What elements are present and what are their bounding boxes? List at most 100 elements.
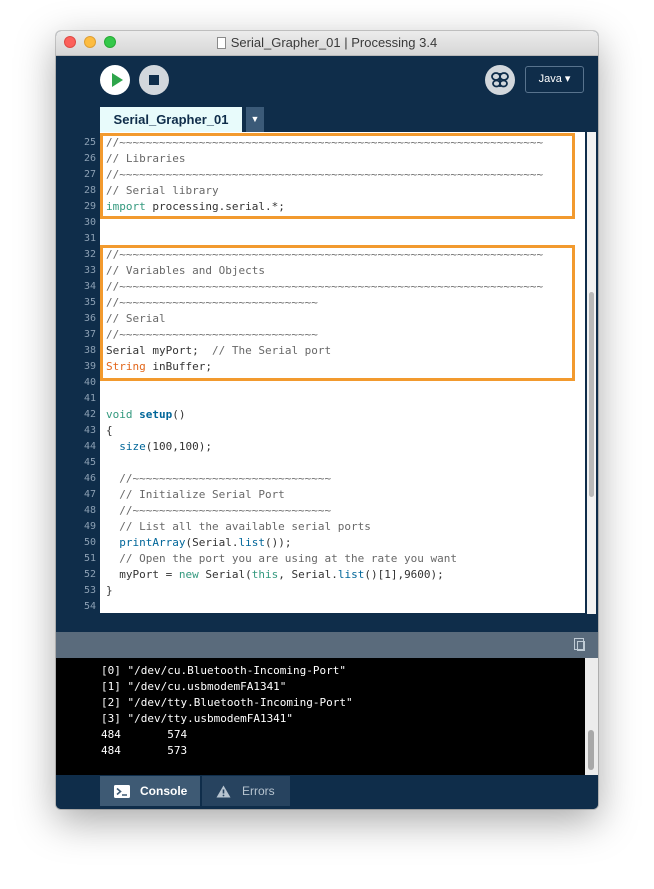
line-number: 29 <box>83 201 96 212</box>
variables-highlight-box <box>100 245 575 381</box>
document-icon <box>216 37 226 49</box>
line-number: 36 <box>83 313 96 324</box>
console-tab-label: Console <box>140 784 188 798</box>
code-token: myPort = <box>106 568 179 581</box>
code-text: // List all the available serial ports <box>106 519 371 535</box>
line-number: 50 <box>83 537 96 548</box>
code-line[interactable]: 45 <box>56 455 585 471</box>
code-token: void <box>106 408 133 421</box>
line-number: 25 <box>83 137 96 148</box>
line-number: 45 <box>83 457 96 468</box>
line-number: 32 <box>83 249 96 260</box>
line-number: 31 <box>83 233 96 244</box>
code-token: //~~~~~~~~~~~~~~~~~~~~~~~~~~~~~~ <box>106 504 332 517</box>
code-line[interactable]: 51 // Open the port you are using at the… <box>56 551 585 567</box>
code-line[interactable]: 53} <box>56 583 585 599</box>
console-line: [1] "/dev/cu.usbmodemFA1341" <box>101 680 287 693</box>
code-line[interactable]: 50 printArray(Serial.list()); <box>56 535 585 551</box>
line-number: 44 <box>83 441 96 452</box>
code-line[interactable]: 47 // Initialize Serial Port <box>56 487 585 503</box>
copy-icon[interactable] <box>574 638 585 651</box>
code-token: , Serial. <box>278 568 338 581</box>
line-number: 51 <box>83 553 96 564</box>
line-number: 48 <box>83 505 96 516</box>
code-line[interactable]: 42 void setup() <box>56 407 585 423</box>
sketch-tab-bar: Serial_Grapher_01 ▼ <box>56 106 598 132</box>
libraries-highlight-box <box>100 133 575 219</box>
window-title: Serial_Grapher_01 | Processing 3.4 <box>230 35 438 50</box>
code-line[interactable]: 43 { <box>56 423 585 439</box>
code-line[interactable]: 49 // List all the available serial port… <box>56 519 585 535</box>
line-number: 53 <box>83 585 96 596</box>
line-number: 26 <box>83 153 96 164</box>
console-line: [0] "/dev/cu.Bluetooth-Incoming-Port" <box>101 664 347 677</box>
stop-icon <box>149 75 159 85</box>
code-text: //~~~~~~~~~~~~~~~~~~~~~~~~~~~~~~ <box>106 471 331 487</box>
console-scroll-thumb[interactable] <box>588 730 594 770</box>
line-number: 30 <box>83 217 96 228</box>
console-output[interactable]: [0] "/dev/cu.Bluetooth-Incoming-Port" [1]… <box>56 658 598 775</box>
code-token: this <box>251 568 279 581</box>
editor-bottom-border <box>56 613 585 618</box>
code-text: void setup() <box>106 407 186 423</box>
console-line: 484 573 <box>101 744 188 757</box>
title-bar[interactable]: Serial_Grapher_01 | Processing 3.4 <box>56 31 598 56</box>
code-token: ()[1],9600); <box>364 568 444 581</box>
code-line[interactable]: 41 <box>56 391 585 407</box>
line-number: 35 <box>83 297 96 308</box>
console-line: [2] "/dev/tty.Bluetooth-Incoming-Port" <box>101 696 353 709</box>
line-number: 37 <box>83 329 96 340</box>
code-token: } <box>106 584 113 597</box>
line-number: 41 <box>83 393 96 404</box>
code-token: list <box>337 568 365 581</box>
run-button[interactable] <box>100 65 130 95</box>
tab-errors[interactable]: Errors <box>202 776 290 806</box>
code-token: // Open the port you are using at the ra… <box>106 552 457 565</box>
line-number: 33 <box>83 265 96 276</box>
code-token: (Serial. <box>185 536 239 549</box>
play-icon <box>112 73 123 87</box>
console-line: 484 574 <box>101 728 188 741</box>
code-text: } <box>106 583 113 599</box>
line-number: 46 <box>83 473 96 484</box>
code-text: size(100,100); <box>106 439 212 455</box>
code-token: ()); <box>264 536 292 549</box>
stop-button[interactable] <box>139 65 169 95</box>
tab-menu-arrow-icon[interactable]: ▼ <box>246 107 264 132</box>
code-token: // Initialize Serial Port <box>106 488 285 501</box>
toolbar: Java ▾ <box>56 56 598 106</box>
code-token: setup <box>139 408 173 421</box>
code-token: { <box>106 424 113 437</box>
line-number: 47 <box>83 489 96 500</box>
errors-tab-label: Errors <box>242 784 275 798</box>
terminal-icon <box>114 785 130 798</box>
butterfly-icon <box>491 72 509 88</box>
code-token: () <box>172 408 186 421</box>
mode-selector[interactable]: Java ▾ <box>525 66 584 93</box>
line-number: 52 <box>83 569 96 580</box>
code-token: (100,100); <box>145 440 212 453</box>
message-bar <box>56 632 598 658</box>
line-number: 28 <box>83 185 96 196</box>
code-line[interactable]: 44 size(100,100); <box>56 439 585 455</box>
debug-button[interactable] <box>485 65 515 95</box>
code-text: // Open the port you are using at the ra… <box>106 551 457 567</box>
code-text: myPort = new Serial(this, Serial.list()[… <box>106 567 444 583</box>
code-token: //~~~~~~~~~~~~~~~~~~~~~~~~~~~~~~ <box>106 472 332 485</box>
code-line[interactable]: 46 //~~~~~~~~~~~~~~~~~~~~~~~~~~~~~~ <box>56 471 585 487</box>
code-text: printArray(Serial.list()); <box>106 535 291 551</box>
processing-window: Serial_Grapher_01 | Processing 3.4 Java … <box>56 31 598 809</box>
line-number: 39 <box>83 361 96 372</box>
console-scrollbar[interactable] <box>585 658 598 775</box>
line-number: 49 <box>83 521 96 532</box>
editor-scroll-thumb[interactable] <box>589 292 594 497</box>
code-token: printArray <box>119 536 186 549</box>
code-line[interactable]: 48 //~~~~~~~~~~~~~~~~~~~~~~~~~~~~~~ <box>56 503 585 519</box>
console-line: [3] "/dev/tty.usbmodemFA1341" <box>101 712 294 725</box>
editor-scrollbar[interactable] <box>585 132 598 618</box>
line-number: 38 <box>83 345 96 356</box>
tab-serial-grapher[interactable]: Serial_Grapher_01 <box>100 107 242 132</box>
tab-console[interactable]: Console <box>100 776 200 806</box>
code-line[interactable]: 52 myPort = new Serial(this, Serial.list… <box>56 567 585 583</box>
